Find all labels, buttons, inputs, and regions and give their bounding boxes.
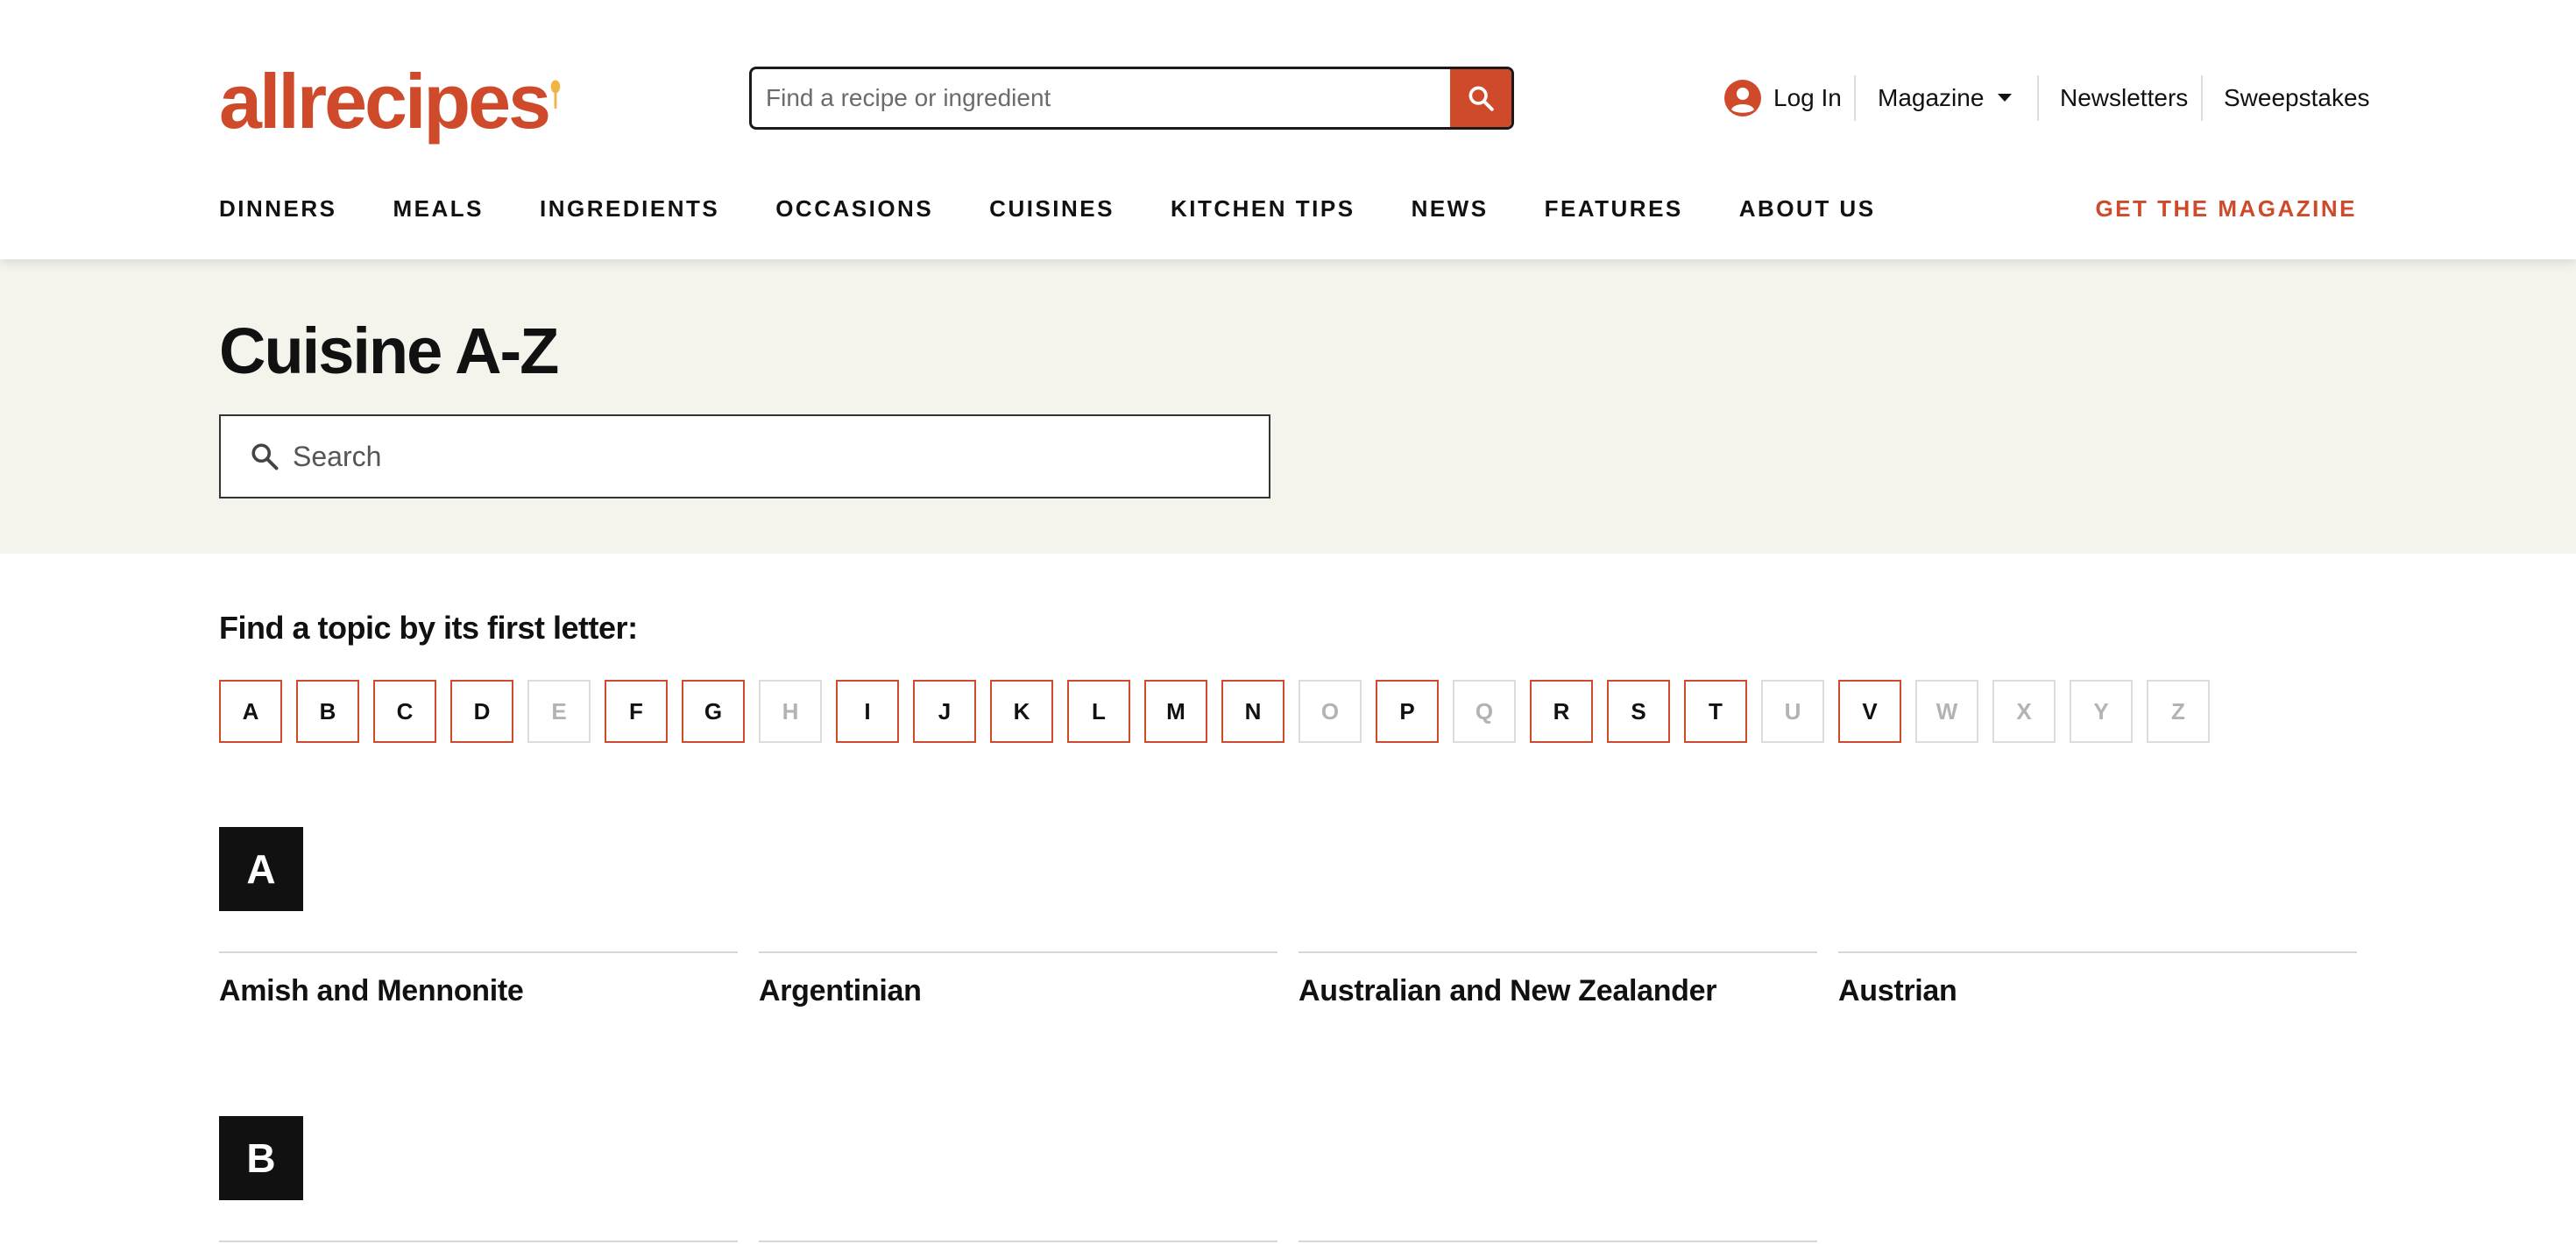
nav-kitchen-tips[interactable]: KITCHEN TIPS	[1171, 195, 1355, 223]
spoon-icon	[550, 80, 561, 110]
letter-finder-heading: Find a topic by its first letter:	[219, 610, 638, 646]
letter-button-x: X	[1992, 680, 2056, 743]
section-letter-b: B	[219, 1116, 303, 1200]
letter-button-a[interactable]: A	[219, 680, 282, 743]
letter-filter-bar: ABCDEFGHIJKLMNOPQRSTUVWXYZ	[219, 680, 2224, 743]
letter-button-d[interactable]: D	[450, 680, 513, 743]
nav-occasions[interactable]: OCCASIONS	[775, 195, 933, 223]
nav-about-us[interactable]: ABOUT US	[1739, 195, 1876, 223]
sweepstakes-link[interactable]: Sweepstakes	[2224, 72, 2370, 124]
letter-button-k[interactable]: K	[990, 680, 1053, 743]
utility-divider	[2037, 75, 2039, 121]
letter-button-z: Z	[2147, 680, 2210, 743]
logo-wordmark: allrecipes	[219, 58, 551, 145]
letter-button-j[interactable]: J	[913, 680, 976, 743]
letter-button-b[interactable]: B	[296, 680, 359, 743]
topic-card[interactable]	[1299, 1240, 1817, 1244]
letter-button-e: E	[527, 680, 591, 743]
main-navigation: DINNERS MEALS INGREDIENTS OCCASIONS CUIS…	[219, 189, 1932, 228]
letter-button-m[interactable]: M	[1144, 680, 1207, 743]
site-search-button[interactable]	[1450, 69, 1511, 127]
topic-card[interactable]: Australian and New Zealander	[1299, 951, 1817, 1008]
letter-button-f[interactable]: F	[605, 680, 668, 743]
login-label: Log In	[1773, 84, 1842, 111]
allrecipes-logo[interactable]: allrecipes	[219, 53, 561, 149]
magazine-dropdown[interactable]: Magazine	[1878, 72, 2013, 124]
letter-button-r[interactable]: R	[1530, 680, 1593, 743]
newsletters-link[interactable]: Newsletters	[2060, 72, 2188, 124]
magazine-label: Magazine	[1878, 84, 1985, 111]
topic-link[interactable]: Amish and Mennonite	[219, 974, 524, 1007]
letter-button-p[interactable]: P	[1376, 680, 1439, 743]
topic-link[interactable]: Austrian	[1838, 974, 1957, 1007]
letter-button-v[interactable]: V	[1838, 680, 1901, 743]
letter-button-u: U	[1761, 680, 1824, 743]
login-link[interactable]: Log In	[1724, 72, 1842, 124]
utility-divider	[1854, 75, 1856, 121]
section-b-topics	[219, 1240, 2357, 1244]
section-a-topics: Amish and Mennonite Argentinian Australi…	[219, 951, 2357, 1008]
letter-button-i[interactable]: I	[836, 680, 899, 743]
nav-cuisines[interactable]: CUISINES	[989, 195, 1115, 223]
search-icon	[249, 441, 280, 472]
page-hero: Cuisine A-Z	[0, 259, 2576, 554]
letter-button-c[interactable]: C	[373, 680, 436, 743]
site-header: allrecipes Log In Magazine Newsletters	[0, 0, 2576, 259]
letter-button-n[interactable]: N	[1221, 680, 1284, 743]
letter-button-w: W	[1915, 680, 1978, 743]
nav-ingredients[interactable]: INGREDIENTS	[540, 195, 719, 223]
topic-link[interactable]: Argentinian	[759, 974, 922, 1007]
topic-card[interactable]: Amish and Mennonite	[219, 951, 738, 1008]
section-letter-a: A	[219, 827, 303, 911]
letter-button-t[interactable]: T	[1684, 680, 1747, 743]
user-account-icon	[1724, 80, 1761, 117]
cuisine-search-input[interactable]	[293, 440, 1269, 473]
topic-card[interactable]	[759, 1240, 1277, 1244]
cuisine-search-box	[219, 414, 1270, 498]
nav-dinners[interactable]: DINNERS	[219, 195, 337, 223]
topic-card[interactable]: Argentinian	[759, 951, 1277, 1008]
nav-features[interactable]: FEATURES	[1545, 195, 1683, 223]
letter-button-h: H	[759, 680, 822, 743]
page-title: Cuisine A-Z	[219, 315, 559, 387]
caret-down-icon	[1998, 94, 2013, 102]
topic-card[interactable]	[219, 1240, 738, 1244]
utility-divider	[2201, 75, 2203, 121]
topic-card[interactable]: Austrian	[1838, 951, 2357, 1008]
site-search-input[interactable]	[752, 69, 1450, 127]
nav-news[interactable]: NEWS	[1412, 195, 1489, 223]
letter-button-q: Q	[1453, 680, 1516, 743]
letter-button-l[interactable]: L	[1067, 680, 1130, 743]
topic-link[interactable]: Australian and New Zealander	[1299, 974, 1716, 1007]
letter-button-o: O	[1299, 680, 1362, 743]
letter-button-g[interactable]: G	[682, 680, 745, 743]
letter-button-y: Y	[2070, 680, 2133, 743]
letter-button-s[interactable]: S	[1607, 680, 1670, 743]
search-icon	[1468, 86, 1494, 111]
get-the-magazine-link[interactable]: GET THE MAGAZINE	[2095, 189, 2357, 228]
nav-meals[interactable]: MEALS	[393, 195, 485, 223]
site-search-box	[749, 67, 1514, 130]
